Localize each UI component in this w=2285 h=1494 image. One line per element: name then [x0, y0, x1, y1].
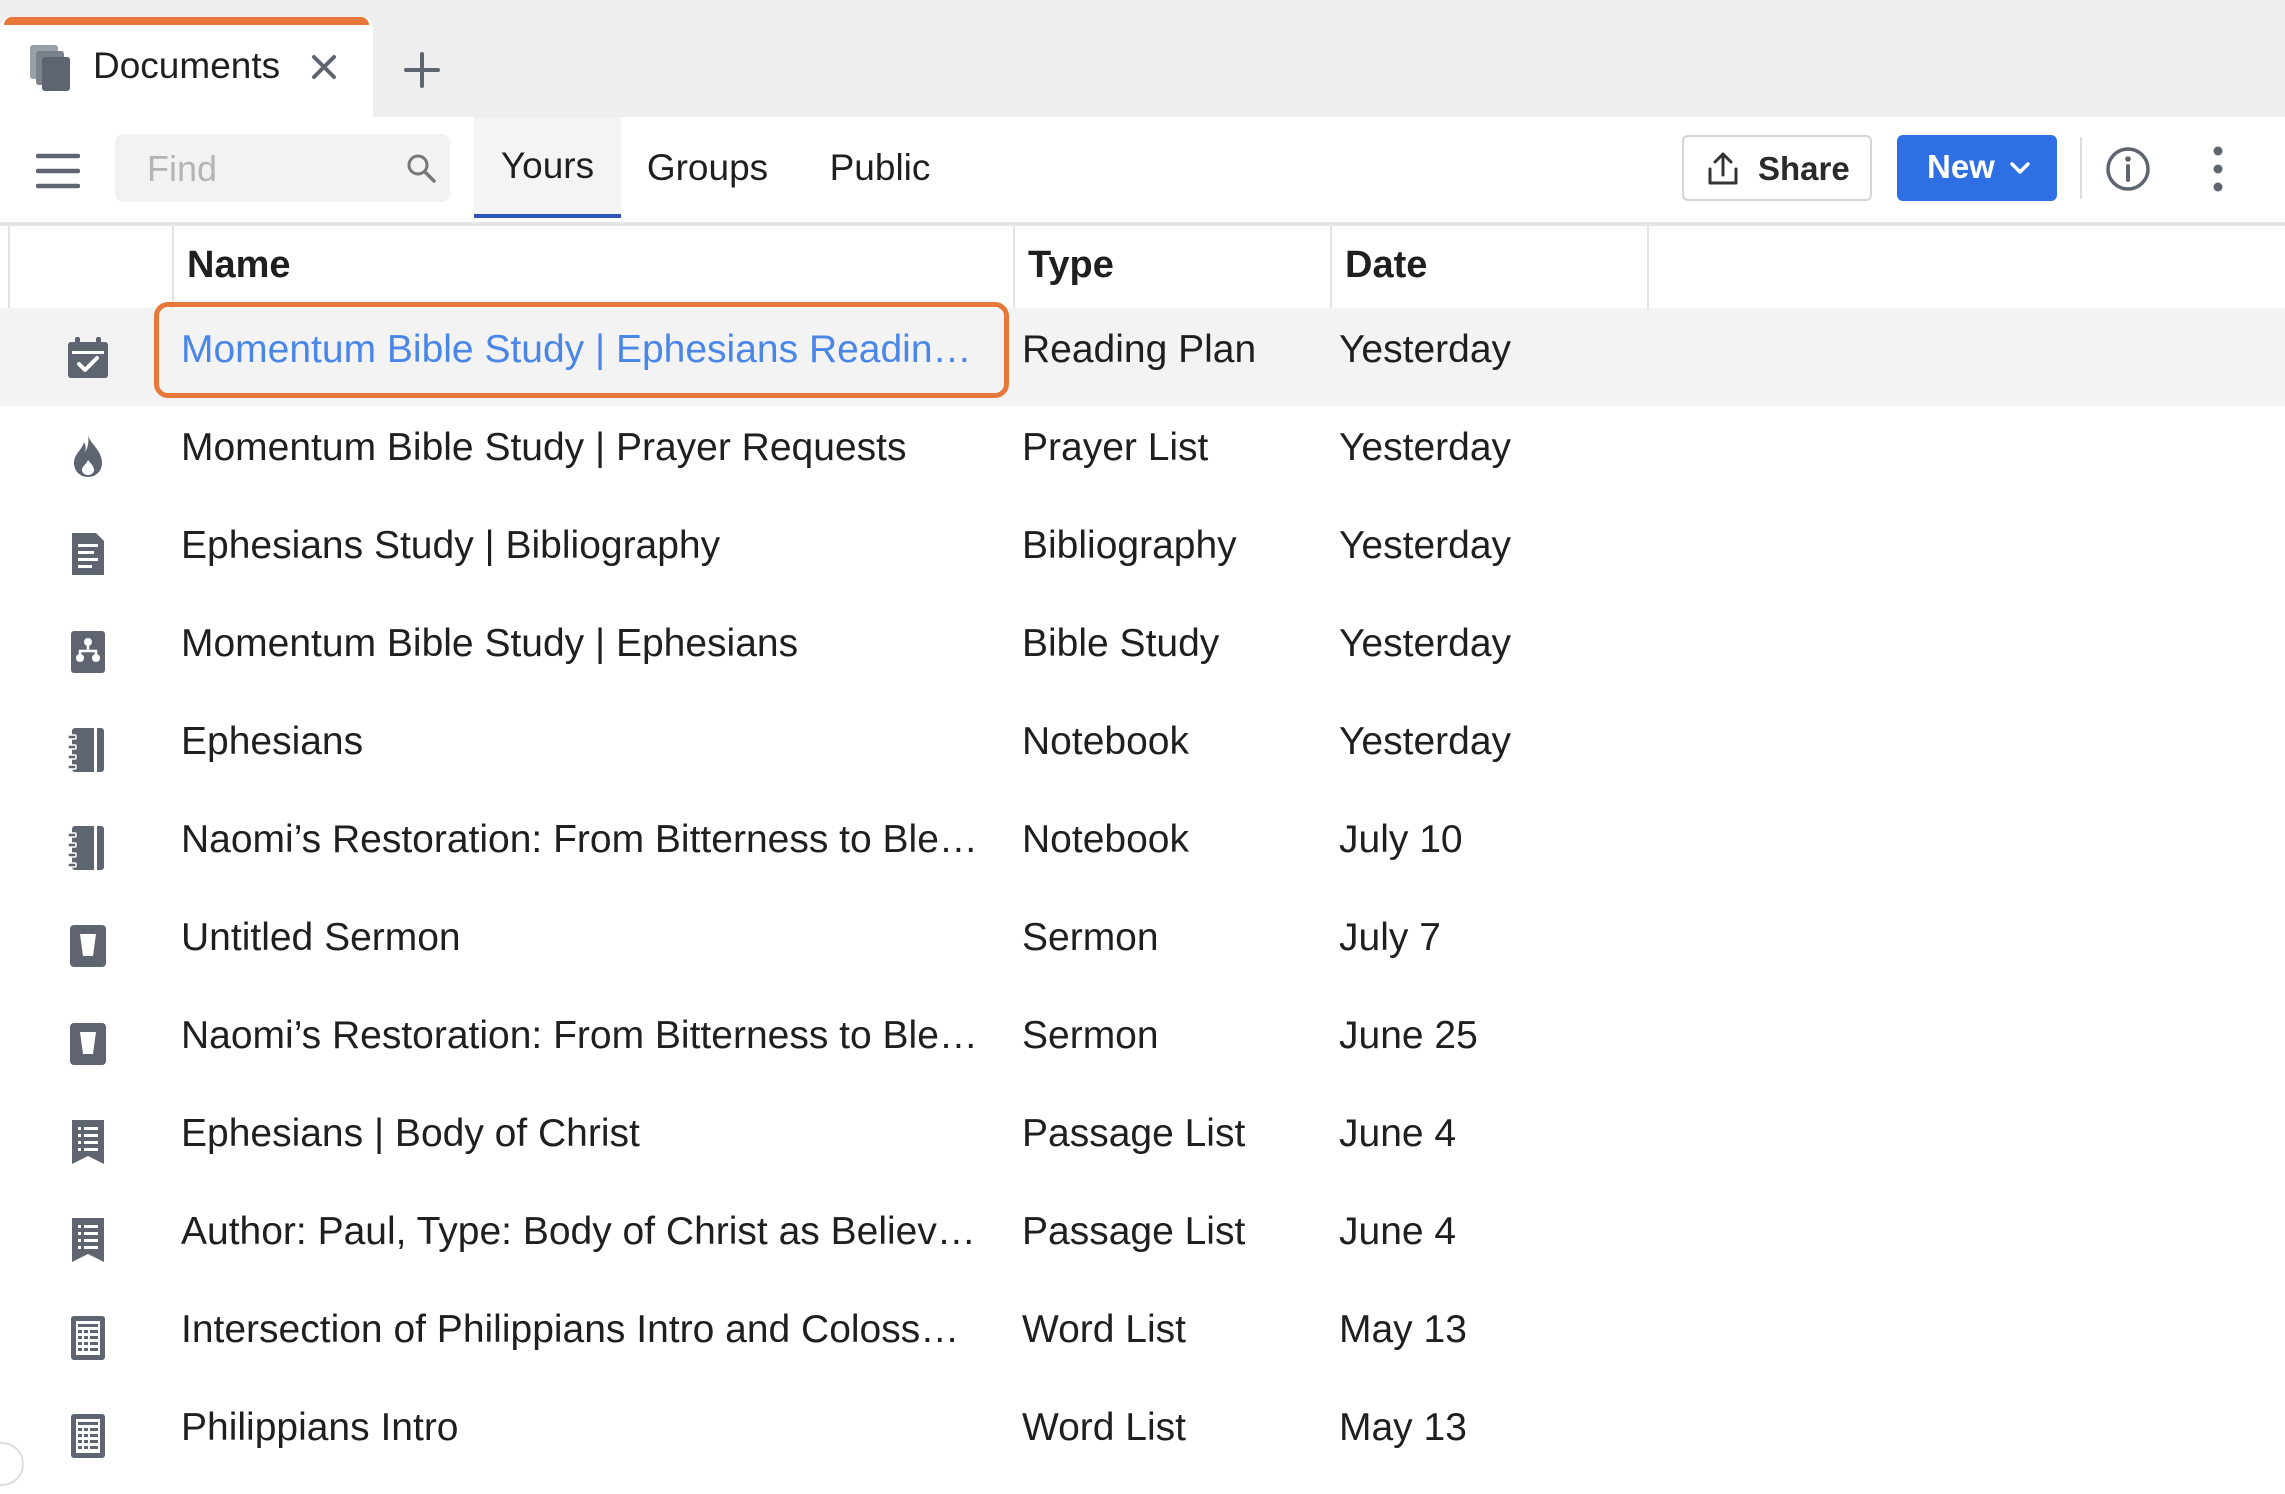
table-row[interactable]: Author: Paul, Type: Body of Christ as Be… [0, 1190, 2285, 1288]
document-date: Yesterday [1339, 720, 1512, 763]
document-type: Sermon [1022, 1014, 1159, 1057]
sermon-icon [70, 925, 106, 967]
flame-icon [74, 435, 102, 477]
sermon-icon [70, 1023, 106, 1065]
tab-groups-label: Groups [646, 146, 769, 188]
document-date: June 4 [1339, 1112, 1457, 1155]
table-row[interactable]: Philippians Intro Word List May 13 [0, 1386, 2285, 1484]
tab-strip: Documents [0, 0, 2285, 117]
document-date: Yesterday [1339, 328, 1512, 371]
passage-list-icon [72, 1218, 104, 1262]
document-name[interactable]: Ephesians | Body of Christ [181, 1112, 1001, 1156]
document-name[interactable]: Ephesians Study | Bibliography [181, 524, 1001, 568]
table-row[interactable]: Naomi’s Restoration: From Bitterness to … [0, 798, 2285, 896]
word-list-icon [71, 1316, 105, 1360]
document-type: Notebook [1022, 818, 1189, 861]
close-icon[interactable] [308, 51, 340, 83]
table-row[interactable]: Ephesians Study | Bibliography Bibliogra… [0, 504, 2285, 602]
column-divider [8, 226, 10, 308]
document-date: Yesterday [1339, 524, 1512, 567]
column-header-name[interactable]: Name [187, 244, 291, 287]
share-upload-icon [1708, 152, 1738, 185]
table-row[interactable]: Untitled Sermon Sermon July 7 [0, 896, 2285, 994]
column-header-date[interactable]: Date [1345, 244, 1427, 287]
tab-title: Documents [93, 45, 281, 86]
document-date: May 13 [1339, 1406, 1467, 1449]
document-name[interactable]: Naomi’s Restoration: From Bitterness to … [181, 818, 1001, 862]
document-name[interactable]: Author: Paul, Type: Body of Christ as Be… [181, 1210, 1001, 1254]
document-type: Notebook [1022, 720, 1189, 763]
document-date: July 7 [1339, 916, 1441, 959]
column-divider [172, 226, 174, 308]
document-type: Reading Plan [1022, 328, 1257, 371]
document-name[interactable]: Momentum Bible Study | Prayer Requests [181, 426, 1001, 470]
document-name[interactable]: Naomi’s Restoration: From Bitterness to … [181, 1014, 1001, 1058]
document-type: Bibliography [1022, 524, 1237, 567]
tab-groups[interactable]: Groups [630, 117, 785, 218]
tab-documents[interactable]: Documents [0, 17, 373, 117]
toolbar: Yours Groups Public Share New [0, 117, 2285, 226]
study-tree-icon [71, 631, 105, 673]
notebook-icon [67, 728, 104, 772]
new-tab-plus-icon[interactable] [400, 48, 444, 92]
column-divider [1330, 226, 1332, 308]
document-date: May 13 [1339, 1308, 1467, 1351]
document-type: Passage List [1022, 1112, 1246, 1155]
document-name[interactable]: Ephesians [181, 720, 1001, 764]
table-row[interactable]: Naomi’s Restoration: From Bitterness to … [0, 994, 2285, 1092]
share-button[interactable]: Share [1682, 135, 1872, 201]
document-type: Word List [1022, 1308, 1186, 1351]
search-box [115, 134, 450, 202]
calendar-check-icon [68, 337, 108, 378]
notebook-icon [67, 826, 104, 870]
tab-yours-label: Yours [500, 144, 595, 186]
table-row[interactable]: Intersection of Philippians Intro and Co… [0, 1288, 2285, 1386]
document-type: Passage List [1022, 1210, 1246, 1253]
document-lines-icon [72, 533, 104, 575]
document-type: Bible Study [1022, 622, 1220, 665]
document-date: July 10 [1339, 818, 1463, 861]
tab-public[interactable]: Public [805, 117, 955, 218]
document-name[interactable]: Momentum Bible Study | Ephesians Readin… [181, 328, 1001, 372]
table-row[interactable]: Momentum Bible Study | Prayer Requests P… [0, 406, 2285, 504]
document-name[interactable]: Momentum Bible Study | Ephesians [181, 622, 1001, 666]
column-divider [1647, 226, 1649, 308]
document-type: Sermon [1022, 916, 1159, 959]
column-header-type[interactable]: Type [1028, 244, 1114, 287]
table-row[interactable]: Momentum Bible Study | Ephesians Bible S… [0, 602, 2285, 700]
document-name[interactable]: Philippians Intro [181, 1406, 1001, 1450]
word-list-icon [71, 1414, 105, 1458]
table-header: Name Type Date [0, 226, 2285, 310]
documents-icon [30, 45, 70, 91]
tab-yours[interactable]: Yours [474, 117, 621, 218]
document-date: June 4 [1339, 1210, 1457, 1253]
new-button[interactable]: New [1897, 135, 2057, 201]
column-divider [1013, 226, 1015, 308]
passage-list-icon [72, 1120, 104, 1164]
chevron-down-icon [2010, 162, 2030, 174]
search-icon[interactable] [405, 152, 437, 184]
table-row[interactable]: Momentum Bible Study | Ephesians Readin…… [0, 302, 2285, 406]
document-type: Word List [1022, 1406, 1186, 1449]
share-button-label: Share [1758, 150, 1850, 187]
document-date: June 25 [1339, 1014, 1478, 1057]
document-date: Yesterday [1339, 426, 1512, 469]
document-name[interactable]: Untitled Sermon [181, 916, 1001, 960]
table-row[interactable]: Ephesians Notebook Yesterday [0, 700, 2285, 798]
document-type: Prayer List [1022, 426, 1209, 469]
document-date: Yesterday [1339, 622, 1512, 665]
more-vertical-icon[interactable] [2208, 146, 2228, 192]
hamburger-menu-icon[interactable] [36, 152, 80, 190]
document-name[interactable]: Intersection of Philippians Intro and Co… [181, 1308, 1001, 1352]
toolbar-divider [2080, 137, 2082, 199]
tab-public-label: Public [829, 146, 931, 188]
new-button-label: New [1927, 148, 1995, 185]
info-icon[interactable] [2105, 146, 2151, 192]
table-row[interactable]: Ephesians | Body of Christ Passage List … [0, 1092, 2285, 1190]
search-input[interactable] [145, 144, 389, 194]
tab-active-indicator [4, 17, 369, 25]
